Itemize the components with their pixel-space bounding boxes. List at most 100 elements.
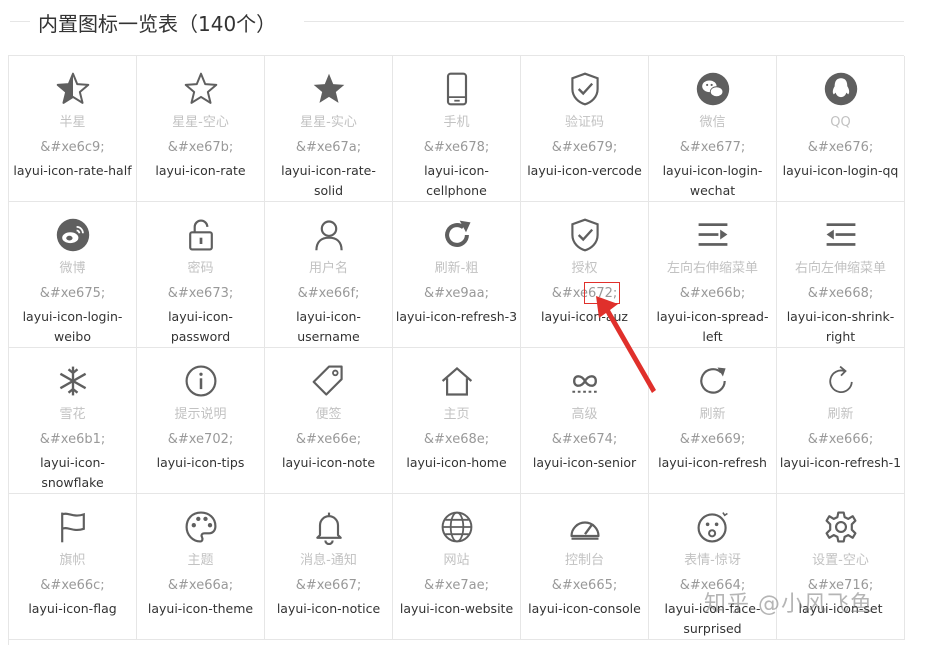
icon-name: 密码 [187,261,214,276]
icon-unicode: &#xe66a; [167,578,234,593]
legend-title-bar: 内置图标一览表（140个） [0,0,926,44]
icon-class: layui-icon-spread-left [656,309,769,344]
icon-class: layui-icon-rate-solid [281,163,376,198]
icon-cell: 网站 &#xe7ae; layui-icon-website [393,494,521,640]
icon-name: 星星-空心 [172,115,229,130]
icon-class: layui-icon-shrink-right [786,309,895,344]
icon-name: 高级 [571,407,598,422]
icon-cell: 半星 &#xe6c9; layui-icon-rate-half [9,56,137,202]
icon-unicode: &#xe668; [807,286,874,301]
icon-name: 验证码 [564,115,604,130]
icon-cell: 提示说明 &#xe702; layui-icon-tips [137,348,265,494]
icon-name: 设置-空心 [812,553,869,568]
icon-unicode: &#xe702; [167,432,234,447]
icon-class: layui-icon-rate [155,163,246,178]
icon-cell: QQ &#xe676; layui-icon-login-qq [777,56,905,202]
icon-cell: 便签 &#xe66e; layui-icon-note [265,348,393,494]
icon-class: layui-icon-home [406,455,507,470]
icon-unicode: &#xe66f; [297,286,360,301]
icon-unicode: &#xe68e; [423,432,490,447]
icon-class: layui-icon-vercode [527,163,642,178]
menu-spread-left-icon [649,216,776,254]
icon-unicode: &#xe665; [551,578,618,593]
icon-cell: 验证码 &#xe679; layui-icon-vercode [521,56,649,202]
icon-name: 旗帜 [59,553,86,568]
icon-name: 雪花 [59,407,86,422]
icon-class: layui-icon-theme [147,601,254,616]
gauge-icon [521,508,648,546]
icon-class: layui-icon-senior [532,455,637,470]
annotation-arrow-icon [596,296,656,393]
icon-cell: 消息-通知 &#xe667; layui-icon-notice [265,494,393,640]
icon-cell: 右向左伸缩菜单 &#xe668; layui-icon-shrink-right [777,202,905,348]
icon-class: layui-icon-login-wechat [662,163,763,198]
icon-unicode: &#xe675; [39,286,106,301]
icon-name: QQ [830,115,851,130]
face-surprised-icon [649,508,776,546]
icon-unicode: &#xe666; [807,432,874,447]
weibo-icon [9,216,136,254]
icon-unicode: &#xe6c9; [40,140,105,155]
icon-unicode: &#xe679; [551,140,618,155]
icon-name: 左向右伸缩菜单 [666,261,758,276]
icon-class: layui-icon-snowflake [40,455,105,490]
icon-unicode: &#xe669; [679,432,746,447]
icon-cell: 刷新 &#xe666; layui-icon-refresh-1 [777,348,905,494]
star-solid-icon [265,70,392,108]
icon-class: layui-icon-refresh [658,455,767,470]
flag-icon [9,508,136,546]
snowflake-icon [9,362,136,400]
icon-name: 星星-实心 [300,115,357,130]
qq-icon [777,70,904,108]
refresh-bold-icon [393,216,520,254]
icon-name: 网站 [443,553,470,568]
icon-class: layui-icon-refresh-3 [395,309,518,324]
star-half-icon [9,70,136,108]
icon-unicode: &#xe676; [807,140,874,155]
icon-cell: 星星-空心 &#xe67b; layui-icon-rate [137,56,265,202]
icon-unicode: &#xe67a; [295,140,362,155]
icon-class: layui-icon-note [281,455,376,470]
icon-unicode: &#xe66c; [40,578,105,593]
icon-name: 主题 [187,553,214,568]
star-outline-icon [137,70,264,108]
icon-cell: 刷新-粗 &#xe9aa; layui-icon-refresh-3 [393,202,521,348]
icon-unicode: &#xe674; [551,432,618,447]
icon-name: 用户名 [308,261,348,276]
icon-cell: 左向右伸缩菜单 &#xe66b; layui-icon-spread-left [649,202,777,348]
icon-name: 刷新 [699,407,726,422]
icon-cell: 旗帜 &#xe66c; layui-icon-flag [9,494,137,640]
watermark: 知乎 @小风飞鱼 [704,592,873,617]
gear-icon [777,508,904,546]
icon-class: layui-icon-website [399,601,514,616]
icon-cell: 刷新 &#xe669; layui-icon-refresh [649,348,777,494]
palette-icon [137,508,264,546]
tag-icon [265,362,392,400]
icon-unicode: &#xe7ae; [424,578,489,593]
icon-class: layui-icon-login-qq [782,163,899,178]
shield-auth-icon [521,216,648,254]
icon-class: layui-icon-username [296,309,361,344]
bell-icon [265,508,392,546]
icon-unicode: &#xe678; [423,140,490,155]
icon-cell: 星星-实心 &#xe67a; layui-icon-rate-solid [265,56,393,202]
icon-class: layui-icon-rate-half [13,163,132,178]
icon-cell: 微信 &#xe677; layui-icon-login-wechat [649,56,777,202]
icon-unicode: &#xe6b1; [39,432,106,447]
icon-class: layui-icon-password [168,309,233,344]
icon-unicode: &#xe66e; [295,432,362,447]
icon-class: layui-icon-refresh-1 [779,455,902,470]
icon-name: 提示说明 [174,407,227,422]
lock-open-icon [137,216,264,254]
icon-name: 消息-通知 [300,553,357,568]
refresh-icon [649,362,776,400]
icon-cell: 雪花 &#xe6b1; layui-icon-snowflake [9,348,137,494]
icon-class: layui-icon-tips [156,455,245,470]
icon-name: 微信 [699,115,726,130]
icon-unicode: &#xe66b; [679,286,746,301]
user-icon [265,216,392,254]
icon-grid: 半星 &#xe6c9; layui-icon-rate-half 星星-空心 &… [8,55,905,645]
icon-class: layui-icon-cellphone [424,163,489,198]
menu-shrink-right-icon [777,216,904,254]
icon-name: 刷新-粗 [434,261,479,276]
